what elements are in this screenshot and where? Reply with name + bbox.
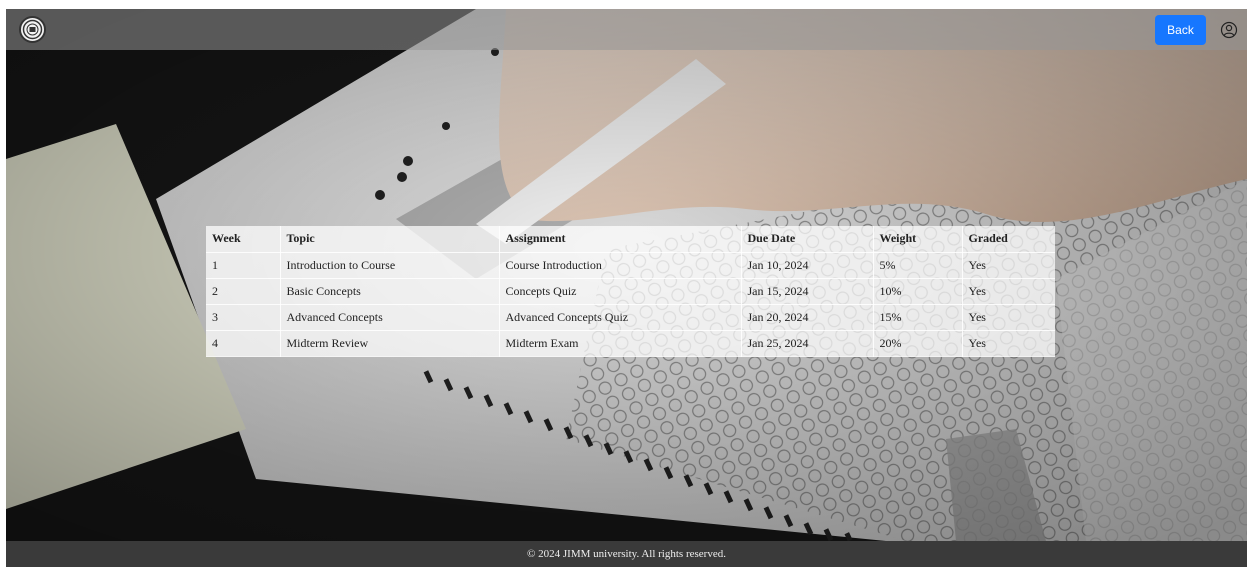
- table-row: 2 Basic Concepts Concepts Quiz Jan 15, 2…: [206, 278, 1055, 305]
- cell-graded: Yes: [962, 304, 1055, 331]
- cell-week: 2: [206, 278, 281, 305]
- cell-due-date: Jan 15, 2024: [741, 278, 874, 305]
- cell-assignment: Concepts Quiz: [499, 278, 742, 305]
- column-header-topic: Topic: [280, 226, 500, 253]
- cell-assignment: Midterm Exam: [499, 330, 742, 357]
- cell-topic: Midterm Review: [280, 330, 500, 357]
- cell-graded: Yes: [962, 330, 1055, 357]
- cell-week: 4: [206, 330, 281, 357]
- cell-weight: 20%: [873, 330, 963, 357]
- header-actions: Back: [1155, 14, 1239, 45]
- cell-assignment: Advanced Concepts Quiz: [499, 304, 742, 331]
- table-row: 3 Advanced Concepts Advanced Concepts Qu…: [206, 304, 1055, 331]
- cell-weight: 15%: [873, 304, 963, 331]
- cell-week: 3: [206, 304, 281, 331]
- table-row: 4 Midterm Review Midterm Exam Jan 25, 20…: [206, 330, 1055, 357]
- table-row: 1 Introduction to Course Course Introduc…: [206, 252, 1055, 279]
- copyright-text: © 2024 JIMM university. All rights reser…: [527, 548, 726, 560]
- cell-graded: Yes: [962, 278, 1055, 305]
- app-frame: Back Week Topic Assignment Due Date Weig…: [6, 9, 1247, 567]
- cell-due-date: Jan 10, 2024: [741, 252, 874, 279]
- column-header-due-date: Due Date: [741, 226, 874, 253]
- university-seal-icon[interactable]: [19, 16, 46, 43]
- cell-graded: Yes: [962, 252, 1055, 279]
- cell-assignment: Course Introduction: [499, 252, 742, 279]
- cell-topic: Advanced Concepts: [280, 304, 500, 331]
- cell-topic: Basic Concepts: [280, 278, 500, 305]
- cell-due-date: Jan 20, 2024: [741, 304, 874, 331]
- cell-weight: 5%: [873, 252, 963, 279]
- column-header-weight: Weight: [873, 226, 963, 253]
- cell-weight: 10%: [873, 278, 963, 305]
- page-footer: © 2024 JIMM university. All rights reser…: [6, 541, 1247, 567]
- course-schedule-table: Week Topic Assignment Due Date Weight Gr…: [206, 226, 1055, 357]
- back-button[interactable]: Back: [1155, 14, 1206, 45]
- table-header-row: Week Topic Assignment Due Date Weight Gr…: [206, 226, 1055, 253]
- user-circle-icon[interactable]: [1219, 20, 1239, 40]
- column-header-assignment: Assignment: [499, 226, 742, 253]
- cell-week: 1: [206, 252, 281, 279]
- column-header-week: Week: [206, 226, 281, 253]
- cell-topic: Introduction to Course: [280, 252, 500, 279]
- column-header-graded: Graded: [962, 226, 1055, 253]
- cell-due-date: Jan 25, 2024: [741, 330, 874, 357]
- top-header: Back: [6, 9, 1247, 50]
- schedule-table: Week Topic Assignment Due Date Weight Gr…: [206, 226, 1055, 357]
